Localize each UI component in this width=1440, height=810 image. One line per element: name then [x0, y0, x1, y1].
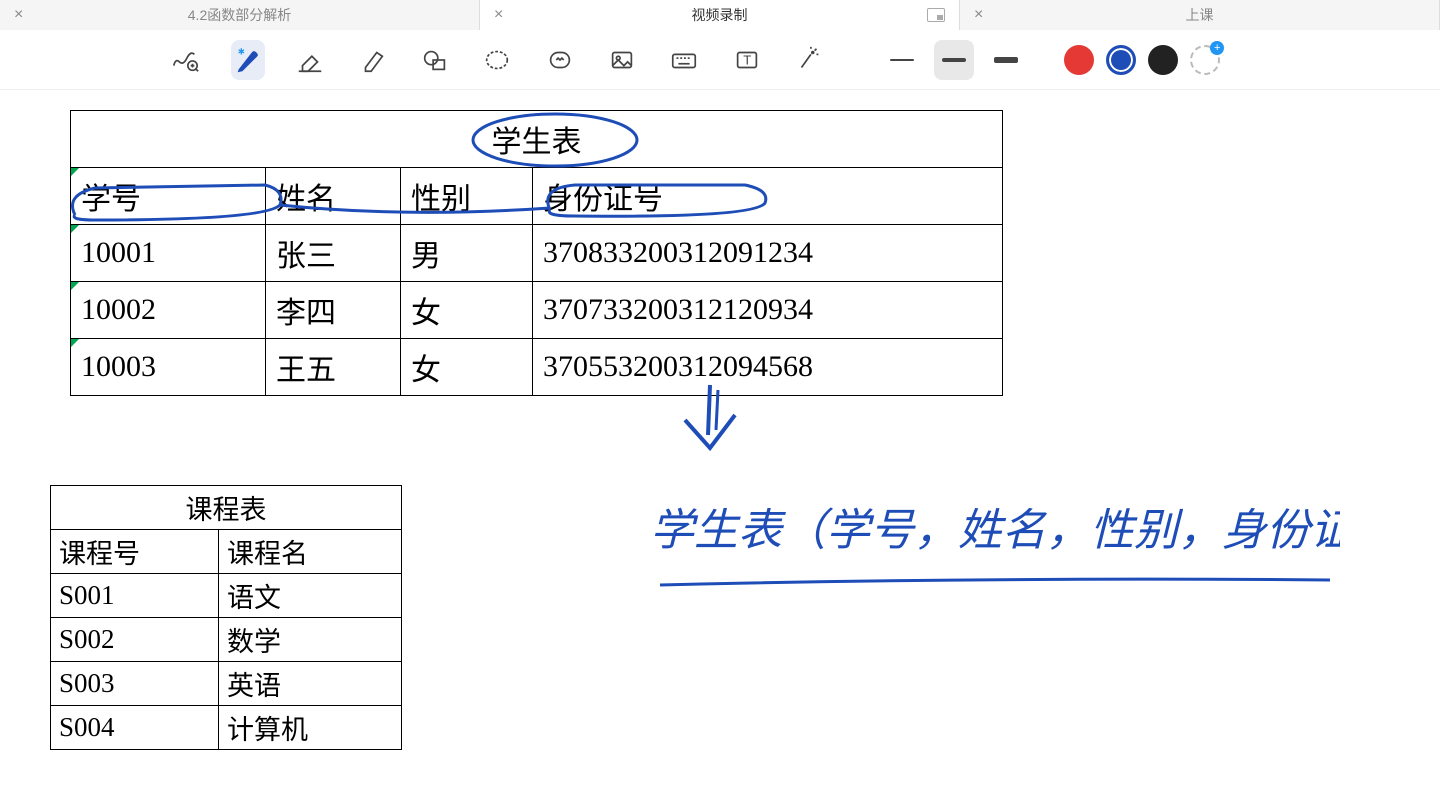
cell: 计算机 [219, 706, 402, 750]
zoom-tool[interactable] [168, 40, 202, 80]
cell: 男 [401, 225, 533, 282]
svg-text:✱: ✱ [237, 46, 244, 56]
color-blue[interactable] [1106, 45, 1136, 75]
tab-functions[interactable]: × 4.2函数部分解析 [0, 0, 480, 30]
tab-label: 上课 [1186, 5, 1214, 25]
highlighter-tool[interactable] [355, 40, 389, 80]
cell: 370833200312091234 [533, 225, 1003, 282]
cell: 张三 [266, 225, 401, 282]
header-cell: 身份证号 [533, 168, 1003, 225]
cell: 10001 [81, 236, 156, 269]
table-title: 学生表 [71, 111, 1003, 168]
image-tool[interactable] [605, 40, 639, 80]
header-cell: 性别 [401, 168, 533, 225]
header-cell: 学号 [81, 183, 141, 216]
pip-icon[interactable] [927, 8, 945, 22]
color-add[interactable] [1190, 45, 1220, 75]
cell: S003 [51, 662, 219, 706]
table-row: S003英语 [51, 662, 402, 706]
header-cell: 姓名 [266, 168, 401, 225]
course-table: 课程表 课程号 课程名 S001语文 S002数学 S003英语 S004计算机 [50, 485, 402, 750]
tab-class[interactable]: × 上课 [960, 0, 1440, 30]
header-cell: 课程名 [219, 530, 402, 574]
sticker-tool[interactable] [542, 40, 576, 80]
pen-tool[interactable]: ✱ [231, 40, 265, 80]
table-header-row: 学号 姓名 性别 身份证号 [71, 168, 1003, 225]
table-row: S002数学 [51, 618, 402, 662]
laser-tool[interactable] [792, 40, 826, 80]
color-group [1064, 45, 1220, 75]
cell: 女 [401, 282, 533, 339]
table-row: 10002 李四 女 370733200312120934 [71, 282, 1003, 339]
cell: 370733200312120934 [533, 282, 1003, 339]
student-table: 学生表 学号 姓名 性别 身份证号 10001 张三 男 37083320031… [70, 110, 1003, 396]
stroke-width-group [882, 40, 1026, 80]
close-icon[interactable]: × [494, 6, 503, 24]
cell: S001 [51, 574, 219, 618]
color-black[interactable] [1148, 45, 1178, 75]
table-row: S001语文 [51, 574, 402, 618]
table-row: 10003 王五 女 370553200312094568 [71, 339, 1003, 396]
svg-text:T: T [743, 52, 751, 67]
shapes-tool[interactable] [418, 40, 452, 80]
tab-video-record[interactable]: × 视频录制 [480, 0, 960, 30]
toolbar: ✱ T [0, 30, 1440, 90]
stroke-thin[interactable] [882, 40, 922, 80]
close-icon[interactable]: × [974, 6, 983, 24]
text-tool[interactable]: T [729, 40, 763, 80]
canvas[interactable]: 学生表 学号 姓名 性别 身份证号 10001 张三 男 37083320031… [0, 90, 1440, 810]
cell: 英语 [219, 662, 402, 706]
cell: 370553200312094568 [533, 339, 1003, 396]
annotation-handwriting: 学生表（学号，姓名，性别，身份证号） [640, 485, 1340, 605]
cell: 语文 [219, 574, 402, 618]
cell: S002 [51, 618, 219, 662]
cell: 10003 [81, 350, 156, 383]
table-title: 课程表 [51, 486, 402, 530]
table-row: S004计算机 [51, 706, 402, 750]
close-icon[interactable]: × [14, 6, 23, 24]
stroke-thick[interactable] [986, 40, 1026, 80]
cell: 数学 [219, 618, 402, 662]
table-row: 10001 张三 男 370833200312091234 [71, 225, 1003, 282]
cell: 女 [401, 339, 533, 396]
cell: 10002 [81, 293, 156, 326]
header-cell: 课程号 [51, 530, 219, 574]
lasso-tool[interactable] [480, 40, 514, 80]
stroke-medium[interactable] [934, 40, 974, 80]
cell: 王五 [266, 339, 401, 396]
cell: 李四 [266, 282, 401, 339]
color-red[interactable] [1064, 45, 1094, 75]
svg-text:学生表（学号，姓名，性别，身份证号）: 学生表（学号，姓名，性别，身份证号） [650, 506, 1340, 555]
cell: S004 [51, 706, 219, 750]
tab-label: 4.2函数部分解析 [188, 5, 291, 25]
tab-label: 视频录制 [692, 5, 748, 25]
tab-bar: × 4.2函数部分解析 × 视频录制 × 上课 [0, 0, 1440, 30]
eraser-tool[interactable] [293, 40, 327, 80]
table-header-row: 课程号 课程名 [51, 530, 402, 574]
keyboard-tool[interactable] [667, 40, 701, 80]
